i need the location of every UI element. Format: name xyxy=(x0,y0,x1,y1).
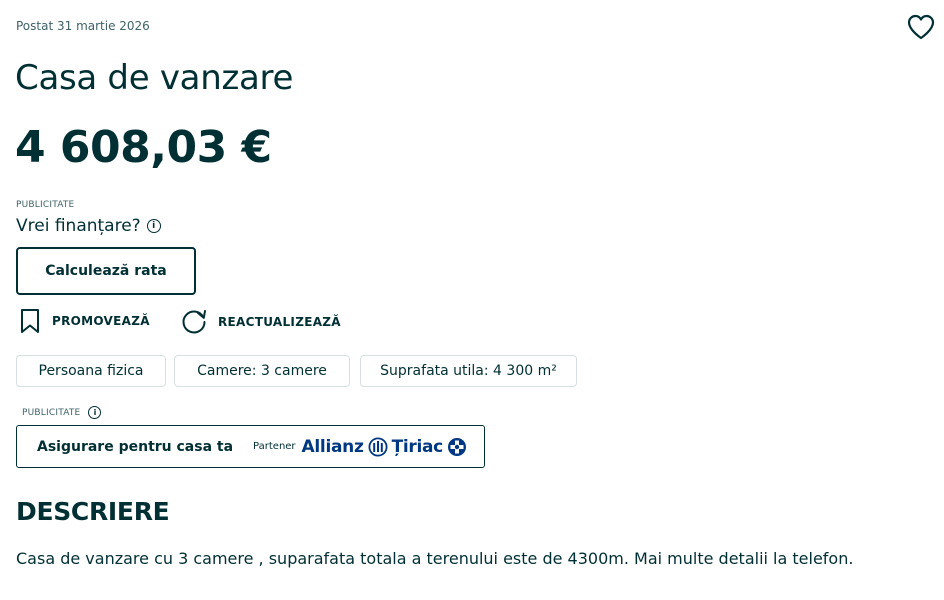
promote-label: PROMOVEAZĂ xyxy=(52,314,150,328)
ad-label: PUBLICITATE xyxy=(16,200,75,210)
partner-label: Partener xyxy=(253,441,296,452)
finance-question-text: Vrei finanțare? xyxy=(16,216,141,236)
tiriac-emblem-icon xyxy=(447,437,466,456)
refresh-icon xyxy=(182,310,206,334)
tag-rooms: Camere: 3 camere xyxy=(174,355,350,387)
tag-surface: Suprafata utila: 4 300 m² xyxy=(360,355,577,387)
reactivate-label: REACTUALIZEAZĂ xyxy=(218,315,341,329)
description-text: Casa de vanzare cu 3 camere , suparafata… xyxy=(16,549,854,568)
logo-text-tiriac: Țiriac xyxy=(391,436,444,457)
favorite-button[interactable] xyxy=(904,11,938,43)
logo-text-allianz: Allianz xyxy=(301,436,364,457)
listing-price: 4 608,03 € xyxy=(15,122,272,173)
info-icon[interactable]: i xyxy=(146,219,161,233)
description-heading: DESCRIERE xyxy=(16,497,170,526)
info-icon[interactable]: i xyxy=(88,406,102,419)
heart-outline-icon xyxy=(907,14,935,40)
finance-question: Vrei finanțare? i xyxy=(16,216,161,236)
reactivate-button[interactable]: REACTUALIZEAZĂ xyxy=(180,308,341,336)
tag-seller-type: Persoana fizica xyxy=(16,355,166,387)
listing-title: Casa de vanzare xyxy=(15,58,294,98)
bookmark-icon xyxy=(21,309,39,333)
promote-button[interactable]: PROMOVEAZĂ xyxy=(18,308,150,334)
calculate-rate-button[interactable]: Calculează rata xyxy=(16,247,196,295)
insurance-banner[interactable]: Asigurare pentru casa ta Partener Allian… xyxy=(16,425,485,468)
ad-label: PUBLICITATE xyxy=(22,407,81,418)
insurance-title: Asigurare pentru casa ta xyxy=(37,438,234,455)
insurance-ad-label-row: PUBLICITATE i xyxy=(22,406,102,419)
allianz-tiriac-logo: Allianz Țiriac xyxy=(302,437,467,457)
posted-date: Postat 31 martie 2026 xyxy=(16,19,150,33)
allianz-eagle-icon xyxy=(368,436,388,457)
listing-page: Postat 31 martie 2026 Casa de vanzare 4 … xyxy=(0,0,944,600)
